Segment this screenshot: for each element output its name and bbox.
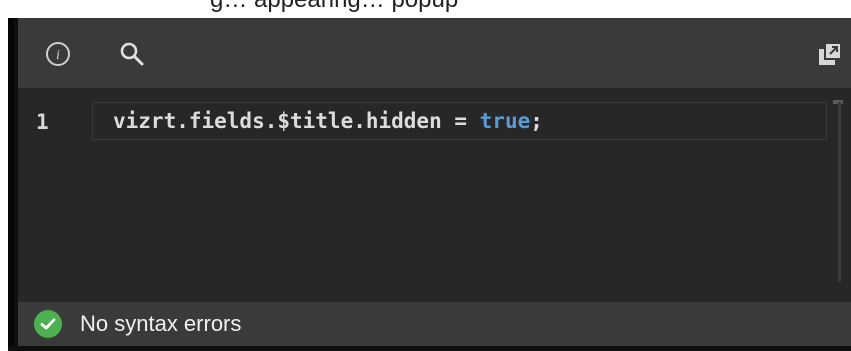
top-cropped-text-strip: g… appearing… popup: [0, 0, 851, 20]
info-icon: i: [46, 42, 70, 66]
vertical-scrollbar[interactable]: [838, 102, 841, 282]
code-editor[interactable]: 1 vizrt.fields.$title.hidden = true;: [18, 88, 851, 302]
info-button[interactable]: i: [40, 36, 76, 72]
editor-toolbar: i: [18, 18, 851, 88]
syntax-status-bar: No syntax errors: [18, 302, 851, 346]
code-text: vizrt.fields.$title.hidden = true;: [113, 109, 543, 133]
search-icon: [120, 42, 144, 66]
code-keyword: true: [479, 109, 531, 133]
active-code-line[interactable]: vizrt.fields.$title.hidden = true;: [92, 102, 827, 140]
search-button[interactable]: [114, 36, 150, 72]
svg-text:i: i: [56, 48, 60, 63]
bottom-border: [8, 346, 851, 351]
code-suffix: ;: [530, 109, 543, 133]
left-border-rail: [8, 18, 14, 351]
line-number: 1: [36, 110, 49, 134]
popout-button[interactable]: [811, 36, 847, 72]
code-prefix: vizrt.fields.$title.hidden =: [113, 109, 480, 133]
top-cropped-text: g… appearing… popup: [210, 0, 458, 14]
popout-icon: [819, 42, 842, 65]
syntax-status-text: No syntax errors: [80, 311, 242, 336]
check-circle-icon: [34, 310, 62, 338]
script-editor-panel: i 1 vizrt.fields.$title.hidden = true; N…: [8, 18, 851, 351]
